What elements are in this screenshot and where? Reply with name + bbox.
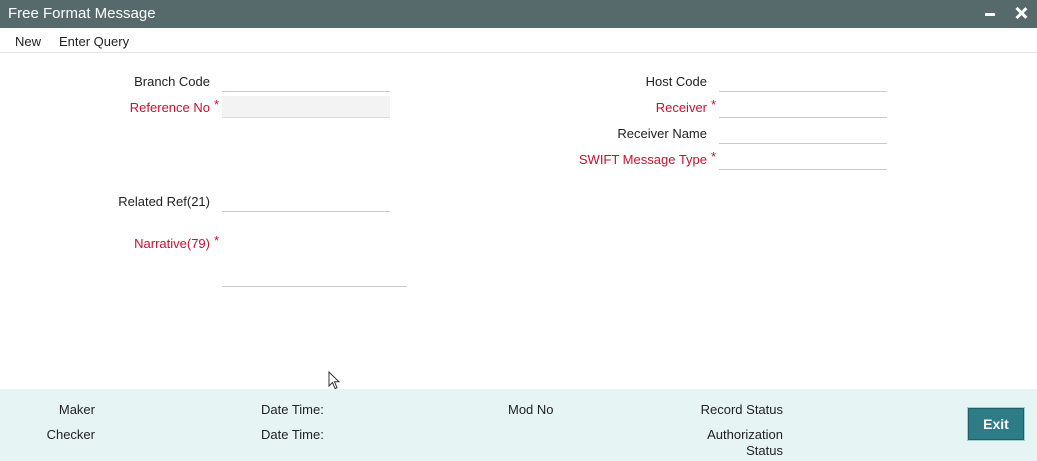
maker-label: Maker — [58, 402, 95, 417]
window-title: Free Format Message — [8, 5, 156, 22]
narrative-required-marker: * — [214, 233, 220, 248]
audit-footer: Maker Checker Date Time: Date Time: Mod … — [0, 389, 1037, 461]
narrative-label: Narrative(79) — [134, 236, 210, 251]
host-code-field[interactable] — [719, 70, 887, 92]
authorization-status-label-line1: Authorization — [707, 427, 783, 442]
branch-code-label: Branch Code — [134, 74, 210, 89]
related-ref-field[interactable] — [222, 190, 390, 212]
swift-message-type-required-marker: * — [711, 149, 717, 164]
narrative-field[interactable] — [222, 243, 407, 287]
receiver-name-field[interactable] — [719, 122, 887, 144]
record-status-label: Record Status — [700, 402, 783, 417]
reference-no-required-marker: * — [214, 97, 220, 112]
checker-date-time-label: Date Time: — [261, 427, 324, 442]
receiver-required-marker: * — [711, 97, 717, 112]
related-ref-label: Related Ref(21) — [118, 194, 210, 209]
menu-bar: New Enter Query — [0, 28, 1037, 53]
maker-date-time-label: Date Time: — [261, 402, 324, 417]
branch-code-field[interactable] — [222, 70, 390, 92]
receiver-label: Receiver — [655, 100, 707, 115]
exit-button[interactable]: Exit — [967, 407, 1025, 441]
swift-message-type-field[interactable] — [719, 148, 887, 170]
receiver-name-label: Receiver Name — [617, 126, 707, 141]
reference-no-label: Reference No — [129, 100, 210, 115]
mouse-cursor-icon — [328, 371, 341, 390]
menu-item-enter-query[interactable]: Enter Query — [59, 34, 129, 49]
checker-label: Checker — [46, 427, 95, 442]
swift-message-type-label: SWIFT Message Type — [578, 152, 707, 167]
title-bar: Free Format Message — [0, 0, 1037, 28]
menu-item-new[interactable]: New — [15, 34, 41, 49]
host-code-label: Host Code — [645, 74, 707, 89]
close-icon[interactable] — [1012, 4, 1030, 22]
receiver-field[interactable] — [719, 96, 887, 118]
reference-no-field[interactable] — [222, 96, 390, 118]
mod-no-label: Mod No — [508, 402, 554, 417]
authorization-status-label-line2: Status — [746, 443, 783, 458]
minimize-icon[interactable] — [983, 5, 997, 21]
